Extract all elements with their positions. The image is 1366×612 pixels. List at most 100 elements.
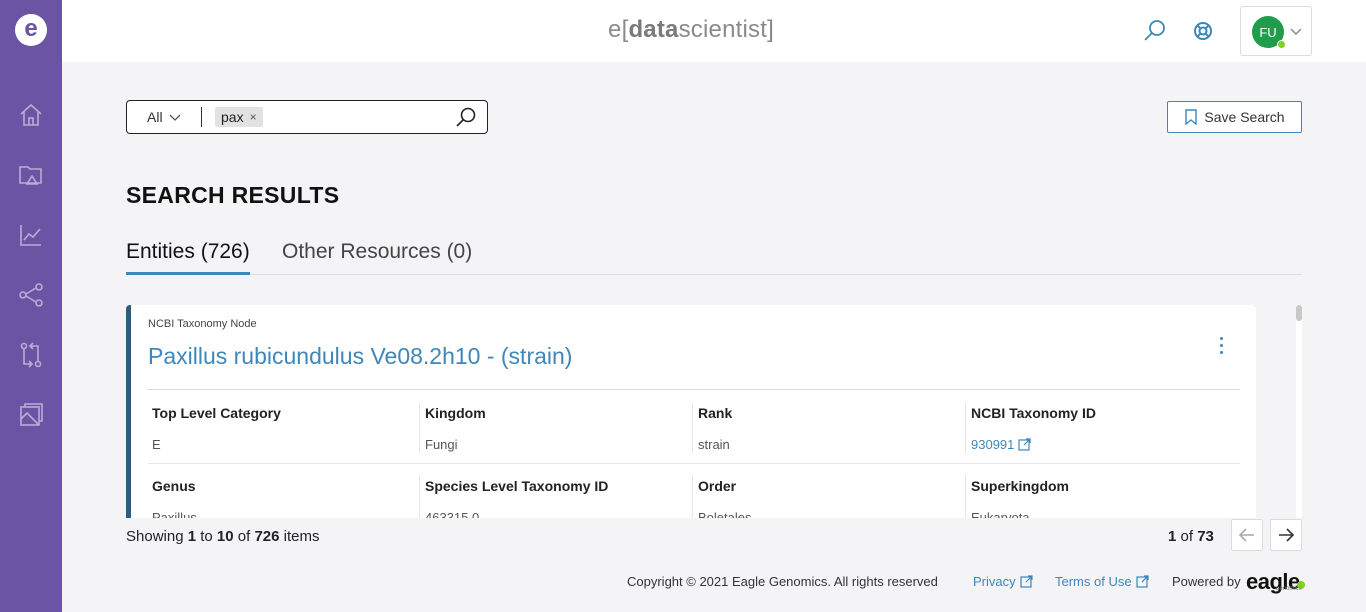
scrollbar-thumb[interactable] <box>1296 305 1302 321</box>
field-ncbi-taxonomy-id: NCBI Taxonomy ID 930991 <box>971 405 1244 452</box>
privacy-label: Privacy <box>973 574 1016 589</box>
prev-page-button[interactable] <box>1231 519 1263 551</box>
field-order: Order Boletales <box>698 478 971 518</box>
brand-logo: e[datascientist] <box>608 16 774 44</box>
more-options-icon[interactable] <box>1211 331 1231 359</box>
cell-divider <box>419 475 420 518</box>
user-menu-button[interactable]: FU <box>1240 6 1312 56</box>
top-header: e[datascientist] FU <box>62 0 1366 62</box>
page-title: SEARCH RESULTS <box>126 182 340 208</box>
help-lifebuoy-icon[interactable] <box>1190 18 1216 44</box>
library-icon[interactable] <box>16 400 46 430</box>
field-label: Rank <box>698 405 733 421</box>
field-value: Paxillus <box>152 510 197 518</box>
total-pages: 73 <box>1197 528 1214 545</box>
field-value: Fungi <box>425 437 458 452</box>
search-scope-label: All <box>147 109 163 125</box>
field-species-level-taxonomy-id: Species Level Taxonomy ID 463315.0 <box>425 478 698 518</box>
search-term-text: pax <box>221 109 244 125</box>
cell-divider <box>692 475 693 518</box>
field-kingdom: Kingdom Fungi <box>425 405 698 452</box>
to-word: to <box>200 528 213 545</box>
arrow-right-icon <box>1279 528 1295 542</box>
items-word: items <box>283 528 320 545</box>
data-explorer-icon[interactable] <box>16 160 46 190</box>
bookmark-icon <box>1185 109 1198 125</box>
search-bar[interactable]: All pax × <box>126 100 488 134</box>
range-from: 1 <box>187 528 197 545</box>
field-label: NCBI Taxonomy ID <box>971 405 1096 421</box>
brand-prefix: e <box>608 16 622 43</box>
arrow-left-icon <box>1238 528 1254 542</box>
result-title-link[interactable]: Paxillus rubicundulus Ve08.2h10 - (strai… <box>148 343 572 370</box>
taxonomy-id-link[interactable]: 930991 <box>971 437 1244 452</box>
cell-divider <box>419 403 420 453</box>
results-list: NCBI Taxonomy Node Paxillus rubicundulus… <box>126 305 1256 518</box>
result-type: NCBI Taxonomy Node <box>148 318 257 330</box>
app-logo[interactable]: e <box>15 14 47 46</box>
privacy-link[interactable]: Privacy <box>973 574 1033 589</box>
field-label: Order <box>698 478 737 494</box>
next-page-button[interactable] <box>1270 519 1302 551</box>
field-label: Genus <box>152 478 196 494</box>
external-link-icon <box>1018 438 1031 451</box>
field-value: 930991 <box>971 437 1015 452</box>
external-link-icon <box>1135 575 1149 588</box>
total-items: 726 <box>254 528 280 545</box>
avatar-initials: FU <box>1259 24 1277 40</box>
current-page: 1 <box>1168 528 1177 545</box>
field-value: 463315.0 <box>425 510 480 518</box>
cell-divider <box>965 403 966 453</box>
tab-other-resources[interactable]: Other Resources (0) <box>282 240 472 272</box>
field-value: strain <box>698 437 730 452</box>
tab-entities[interactable]: Entities (726) <box>126 240 250 275</box>
range-to: 10 <box>216 528 234 545</box>
search-divider <box>201 107 202 127</box>
field-label: Superkingdom <box>971 478 1070 494</box>
logo-subtext: genomics <box>1276 586 1302 592</box>
terms-label: Terms of Use <box>1055 574 1132 589</box>
save-search-label: Save Search <box>1204 109 1285 125</box>
brand-close: ] <box>767 16 774 43</box>
sidebar: e <box>0 0 62 612</box>
cell-divider <box>965 475 966 518</box>
results-tabs: Entities (726) Other Resources (0) <box>126 238 1302 275</box>
card-divider <box>148 389 1240 390</box>
compare-icon[interactable] <box>16 340 46 370</box>
search-submit-icon[interactable] <box>455 106 477 128</box>
field-top-level-category: Top Level Category E <box>152 405 425 452</box>
brand-bold: data <box>628 16 679 43</box>
page-indicator: 1 of 73 <box>1168 528 1214 545</box>
copyright-text: Copyright © 2021 Eagle Genomics. All rig… <box>627 574 938 589</box>
terms-link[interactable]: Terms of Use <box>1055 574 1149 589</box>
field-value: E <box>152 437 161 452</box>
header-search-icon[interactable] <box>1142 18 1168 44</box>
powered-by-text: Powered by <box>1172 574 1241 589</box>
save-search-button[interactable]: Save Search <box>1167 101 1302 133</box>
field-label: Top Level Category <box>152 405 281 421</box>
search-scope-dropdown[interactable]: All <box>147 109 181 125</box>
results-scrollbar[interactable] <box>1296 305 1302 518</box>
results-count: Showing 1 to 10 of 726 items <box>126 528 320 545</box>
brand-rest: scientist <box>678 16 768 43</box>
field-rank: Rank strain <box>698 405 971 452</box>
workflow-icon[interactable] <box>16 280 46 310</box>
app-logo-letter: e <box>24 14 38 42</box>
cell-divider <box>692 403 693 453</box>
page-of-word: of <box>1180 528 1194 545</box>
result-card: NCBI Taxonomy Node Paxillus rubicundulus… <box>126 305 1256 518</box>
showing-prefix: Showing <box>126 528 184 545</box>
field-value: Eukaryota <box>971 510 1030 518</box>
analytics-icon[interactable] <box>16 220 46 250</box>
field-superkingdom: Superkingdom Eukaryota <box>971 478 1244 518</box>
chevron-down-icon <box>169 114 181 121</box>
chevron-down-icon <box>1290 28 1302 35</box>
field-genus: Genus Paxillus <box>152 478 425 518</box>
field-label: Species Level Taxonomy ID <box>425 478 609 494</box>
home-icon[interactable] <box>16 100 46 130</box>
row-divider <box>148 463 1240 464</box>
remove-term-icon[interactable]: × <box>250 110 257 124</box>
field-label: Kingdom <box>425 405 486 421</box>
of-word: of <box>237 528 251 545</box>
external-link-icon <box>1020 575 1033 588</box>
